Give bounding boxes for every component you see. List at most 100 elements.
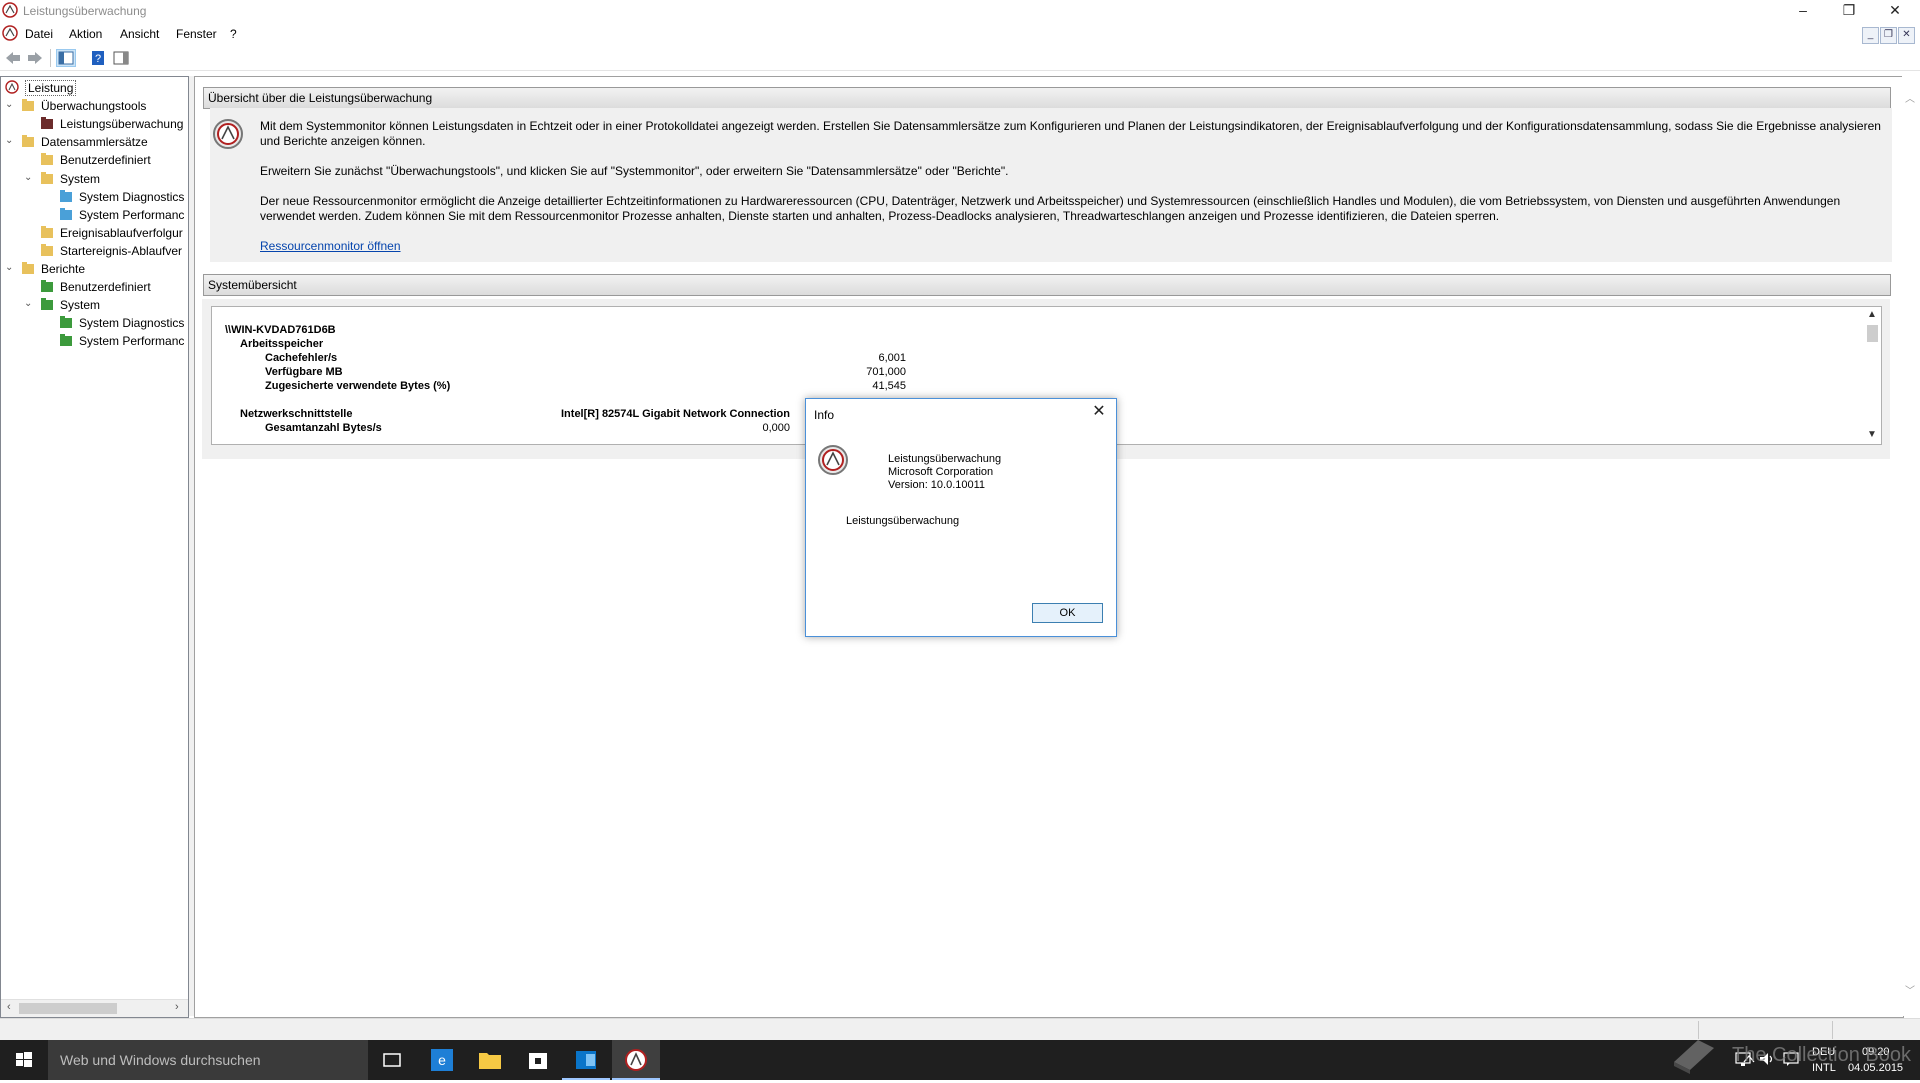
summary-counter-value: 701,000: [866, 366, 906, 378]
tree-item-label: Datensammlersätze: [41, 135, 148, 150]
scrollbar-thumb[interactable]: [19, 1003, 117, 1014]
store-icon[interactable]: [514, 1040, 562, 1080]
menu-fenster[interactable]: Fenster: [176, 27, 217, 41]
folder-icon: [22, 135, 34, 148]
report-user-icon: [41, 280, 53, 293]
scroll-up-arrow-icon[interactable]: ︿: [1905, 90, 1915, 105]
perfmon-icon[interactable]: [2, 25, 18, 41]
expand-chevron-icon[interactable]: ⌄: [24, 172, 34, 183]
content-vertical-scrollbar[interactable]: ︿ ﹀: [1902, 76, 1919, 1016]
internet-explorer-icon[interactable]: e: [418, 1040, 466, 1080]
tree-horizontal-scrollbar[interactable]: ‹ ›: [1, 999, 188, 1017]
tree-item-label: System Diagnostics: [79, 316, 185, 331]
status-bar: [0, 1018, 1920, 1041]
collector-set-icon: [60, 189, 72, 202]
expand-chevron-icon[interactable]: ⌄: [5, 99, 15, 110]
file-explorer-icon[interactable]: [466, 1040, 514, 1080]
resource-monitor-link[interactable]: Ressourcenmonitor öffnen: [260, 239, 401, 254]
overview-header[interactable]: Übersicht über die Leistungsüberwachung: [203, 87, 1891, 109]
menu-aktion[interactable]: Aktion: [69, 27, 102, 41]
summary-counter-value: 6,001: [878, 352, 906, 364]
outlook-app-button[interactable]: [562, 1040, 610, 1080]
ok-button[interactable]: OK: [1032, 603, 1103, 623]
report-icon: [60, 316, 72, 329]
summary-vertical-scrollbar[interactable]: ▲ ▼: [1864, 307, 1881, 444]
folder-system-icon: [41, 171, 53, 184]
mdi-close-button[interactable]: ✕: [1898, 27, 1915, 44]
overview-paragraph-1: Mit dem Systemmonitor können Leistungsda…: [260, 119, 1881, 148]
summary-machine: \\WIN-KVDAD761D6B: [225, 324, 336, 336]
status-separator: [1832, 1021, 1833, 1039]
perfmon-icon: [625, 1049, 647, 1071]
summary-counter-value: 41,545: [872, 380, 906, 392]
dialog-description: Leistungsüberwachung: [846, 515, 960, 527]
tree-item-label: Berichte: [41, 262, 86, 276]
windows-start-icon[interactable]: [0, 1040, 48, 1080]
tree-item-label: Ereignisablaufverfolgur: [60, 225, 183, 240]
close-button[interactable]: ✕: [1872, 0, 1918, 22]
svg-text:?: ?: [95, 53, 101, 65]
tree-item-label: Benutzerdefiniert: [60, 280, 151, 295]
overview-paragraph-3: Der neue Ressourcenmonitor ermöglicht di…: [260, 194, 1841, 223]
toolbar: ?: [0, 46, 1920, 71]
scrollbar-thumb[interactable]: [1867, 325, 1878, 342]
perfmon-app-button[interactable]: [612, 1040, 660, 1080]
taskbar: Web und Windows durchsuchen e DEU INTL 0…: [0, 1040, 1920, 1080]
taskbar-search-input[interactable]: Web und Windows durchsuchen: [48, 1040, 368, 1080]
tree-item-label: Leistung: [25, 80, 77, 96]
watermark-text: The Collection Book: [1732, 1044, 1911, 1066]
mdi-minimize-button[interactable]: _: [1862, 27, 1879, 44]
show-hide-action-pane-icon[interactable]: [112, 50, 130, 66]
summary-counter-name: Zugesicherte verwendete Bytes (%): [265, 380, 451, 392]
watermark-book-icon: [1674, 1040, 1714, 1074]
tree-item-label: System: [60, 298, 101, 313]
about-dialog: Info ✕ Leistungsüberwachung Microsoft Co…: [805, 398, 1117, 637]
menu-datei[interactable]: Datei: [25, 27, 53, 41]
title-bar: Leistungsüberwachung – ❐ ✕: [0, 0, 1920, 22]
overview-paragraph-2: Erweitern Sie zunächst "Überwachungstool…: [260, 164, 1009, 178]
toolbar-separator: [50, 49, 51, 67]
back-arrow-icon[interactable]: [4, 50, 22, 66]
forward-arrow-icon[interactable]: [26, 50, 44, 66]
summary-counter-name: Cachefehler/s: [265, 352, 338, 364]
scroll-left-arrow-icon[interactable]: ‹: [7, 1001, 11, 1013]
summary-counter-name: Verfügbare MB: [265, 366, 343, 378]
scroll-down-arrow-icon[interactable]: ▼: [1867, 429, 1877, 440]
minimize-button[interactable]: –: [1780, 0, 1826, 22]
scroll-right-arrow-icon[interactable]: ›: [175, 1001, 179, 1013]
mdi-restore-button[interactable]: ❐: [1880, 27, 1897, 44]
perfmon-icon: [818, 445, 848, 475]
folder-user-icon: [41, 153, 53, 166]
graph-icon: [41, 117, 53, 130]
expand-chevron-icon[interactable]: ⌄: [24, 298, 34, 309]
system-summary-header[interactable]: Systemübersicht: [203, 274, 1891, 296]
tree-item-label: Startereignis-Ablaufver: [60, 243, 183, 258]
dialog-product: Leistungsüberwachung: [888, 453, 1002, 465]
summary-counter-value: 0,000: [762, 422, 790, 434]
scroll-down-arrow-icon[interactable]: ﹀: [1905, 982, 1915, 997]
task-view-icon[interactable]: [368, 1040, 416, 1080]
console-tree[interactable]: Leistung ⌄ Überwachungstools Leistungsüberw…: [0, 76, 189, 1018]
perfmon-icon: [213, 119, 243, 149]
restore-button[interactable]: ❐: [1826, 0, 1872, 22]
folder-tools-icon: [22, 99, 34, 112]
tree-item-label: System Performanc: [79, 334, 185, 349]
summary-network-instance: Intel[R] 82574L Gigabit Network Connecti…: [561, 408, 790, 420]
menu-ansicht[interactable]: Ansicht: [120, 27, 159, 41]
help-icon[interactable]: ?: [89, 50, 107, 66]
scroll-up-arrow-icon[interactable]: ▲: [1867, 309, 1877, 320]
expand-chevron-icon[interactable]: ⌄: [5, 135, 15, 146]
folder-icon: [41, 243, 53, 256]
tree-item-label: Leistungsüberwachung: [60, 117, 184, 132]
dialog-version: Version: 10.0.10011: [888, 479, 986, 491]
report-system-icon: [41, 298, 53, 311]
folder-icon: [41, 225, 53, 238]
tree-item-label: Benutzerdefiniert: [60, 153, 151, 168]
show-hide-console-tree-icon[interactable]: [56, 49, 76, 67]
dialog-close-button[interactable]: ✕: [1088, 402, 1110, 422]
summary-memory-group: Arbeitsspeicher: [240, 338, 324, 350]
menu-bar: Datei Aktion Ansicht Fenster ?: [0, 22, 1920, 44]
perfmon-icon: [2, 2, 18, 18]
menu-help[interactable]: ?: [230, 27, 237, 41]
expand-chevron-icon[interactable]: ⌄: [5, 262, 15, 273]
